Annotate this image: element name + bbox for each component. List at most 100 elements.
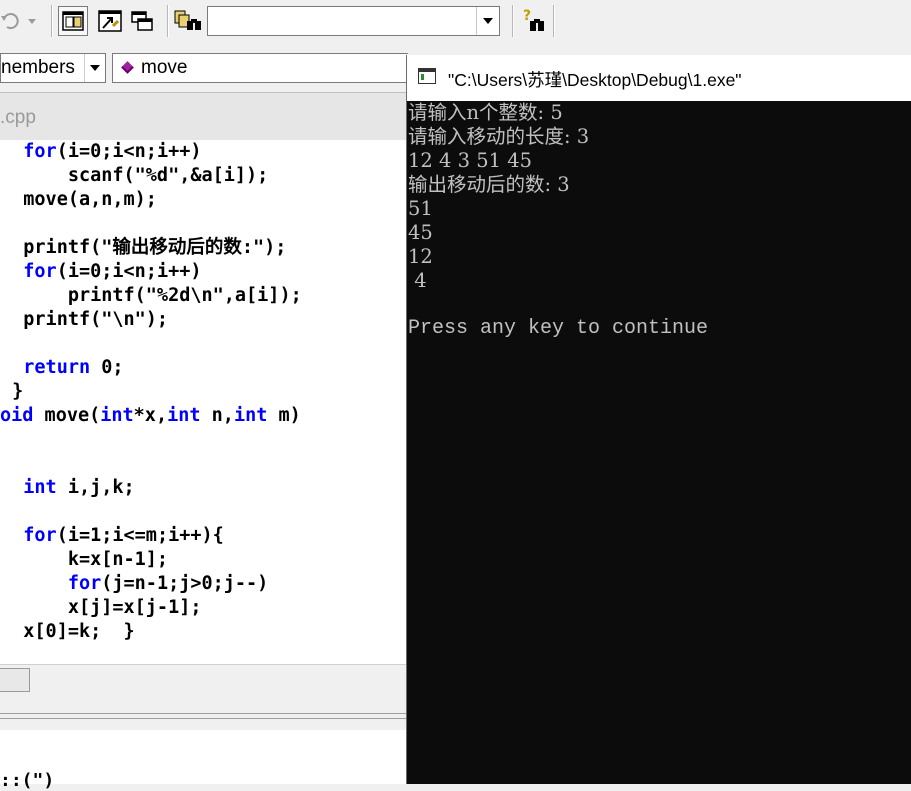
code-text: (i=1;i<=m;i++){ xyxy=(56,525,224,546)
console-line: 51 xyxy=(408,197,433,220)
code-text: i,j,k; xyxy=(56,477,135,498)
code-line: printf("输出移动后的数:"); xyxy=(1,236,286,260)
console-line: 请输入移动的长度: 3 xyxy=(408,125,590,148)
code-text: move(a,n,m); xyxy=(23,189,157,210)
code-keyword: int xyxy=(23,477,57,498)
code-keyword: for xyxy=(23,525,57,546)
code-keyword: int xyxy=(233,405,268,426)
chevron-down-icon[interactable] xyxy=(84,54,105,82)
console-title: "C:\Users\苏瑾\Desktop\Debug\1.exe" xyxy=(448,70,742,90)
code-text: (i=0;i<n;i++) xyxy=(56,261,202,282)
members-combo-label: nembers xyxy=(1,57,75,78)
console-line: 12 xyxy=(408,245,433,268)
window-list-icon[interactable] xyxy=(127,6,157,36)
code-text: scanf("%d",&a[i]); xyxy=(67,165,269,186)
code-editor[interactable]: for(i=0;i<n;i++) scanf("%d",&a[i]); move… xyxy=(0,140,408,664)
code-line: int i,j,k; xyxy=(1,476,135,500)
code-text: (i=0;i<n;i++) xyxy=(56,141,202,162)
code-line: x[0]=k; } xyxy=(1,620,135,644)
code-line: return 0; xyxy=(1,356,124,380)
code-text: x[0]=k; } xyxy=(23,621,135,642)
code-text: (j=n-1;j>0;j--) xyxy=(101,573,269,594)
code-text: } xyxy=(12,381,24,402)
code-text: *x, xyxy=(133,405,168,426)
members-combo[interactable]: nembers xyxy=(0,53,106,83)
code-line: for(i=0;i<n;i++) xyxy=(1,140,202,164)
code-keyword: int xyxy=(167,405,201,426)
output-icon[interactable] xyxy=(95,6,125,36)
code-keyword: int xyxy=(100,405,134,426)
code-line: oid move(int*x,int n,int m) xyxy=(0,404,301,428)
console-titlebar[interactable]: "C:\Users\苏瑾\Desktop\Debug\1.exe" xyxy=(407,55,911,101)
console-line: 请输入n个整数: 5 xyxy=(408,101,563,124)
console-output: 请输入n个整数: 5 请输入移动的长度: 3 12 4 3 51 45 输出移动后的数… xyxy=(407,101,911,784)
scrollbar-thumb[interactable] xyxy=(0,668,30,692)
code-keyword: for xyxy=(67,573,102,594)
code-text: printf("输出移动后的数:"); xyxy=(23,237,287,258)
console-line: 输出移动后的数: 3 xyxy=(408,173,570,196)
file-tab-name: .cpp xyxy=(0,107,36,128)
toolbar-separator xyxy=(512,5,513,37)
console-app-icon xyxy=(418,68,436,84)
find-combo[interactable] xyxy=(207,6,500,36)
method-diamond-icon xyxy=(121,61,134,74)
code-line: move(a,n,m); xyxy=(1,188,157,212)
code-line: x[j]=x[j-1]; xyxy=(1,596,202,620)
pane-splitter[interactable] xyxy=(0,700,408,730)
toolbar-separator xyxy=(167,5,168,37)
output-text-fragment: ::(") xyxy=(0,770,55,791)
code-text: 0; xyxy=(90,357,124,378)
toolbar-separator xyxy=(51,5,52,37)
code-text: m) xyxy=(267,405,301,426)
workspace-icon[interactable] xyxy=(58,6,88,36)
code-text: x[j]=x[j-1]; xyxy=(67,597,202,618)
horizontal-scrollbar[interactable] xyxy=(0,664,408,695)
code-line: printf("%2d\n",a[i]); xyxy=(1,284,302,308)
svg-text:?: ? xyxy=(523,8,531,24)
find-icon[interactable]: ? xyxy=(518,6,550,36)
code-line: k=x[n-1]; xyxy=(1,548,168,572)
find-in-files-icon[interactable] xyxy=(172,6,204,36)
editor-file-tab[interactable]: .cpp xyxy=(0,92,408,141)
code-text: move( xyxy=(33,405,101,426)
code-line: for(i=0;i<n;i++) xyxy=(1,260,202,284)
code-line: printf("\n"); xyxy=(1,308,168,332)
code-text: n, xyxy=(200,405,234,426)
code-keyword: for xyxy=(23,141,57,162)
code-line: scanf("%d",&a[i]); xyxy=(1,164,268,188)
code-keyword: oid xyxy=(0,405,34,426)
function-combo-label: move xyxy=(141,57,188,78)
console-line: 12 4 3 51 45 xyxy=(408,149,533,172)
code-keyword: for xyxy=(23,261,57,282)
code-text: printf("%2d\n",a[i]); xyxy=(67,285,302,306)
undo-dropdown-icon[interactable] xyxy=(24,6,40,36)
toolbar-separator xyxy=(553,5,554,37)
code-text: printf("\n"); xyxy=(23,309,169,330)
console-line: 4 xyxy=(408,269,427,292)
function-combo[interactable]: move xyxy=(112,53,408,83)
console-line: 45 xyxy=(408,221,433,244)
code-keyword: return xyxy=(23,357,91,378)
code-line: } xyxy=(1,380,23,404)
code-line: for(i=1;i<=m;i++){ xyxy=(1,524,224,548)
code-text: k=x[n-1]; xyxy=(67,549,169,570)
undo-arrow-icon[interactable] xyxy=(0,6,22,36)
chevron-down-icon[interactable] xyxy=(476,7,499,35)
console-window[interactable]: "C:\Users\苏瑾\Desktop\Debug\1.exe" 请输入n个整… xyxy=(406,55,911,784)
output-pane: ::(") xyxy=(0,730,408,791)
console-line: Press any key to continue xyxy=(408,317,709,340)
code-line: for(j=n-1;j>0;j--) xyxy=(1,572,269,596)
